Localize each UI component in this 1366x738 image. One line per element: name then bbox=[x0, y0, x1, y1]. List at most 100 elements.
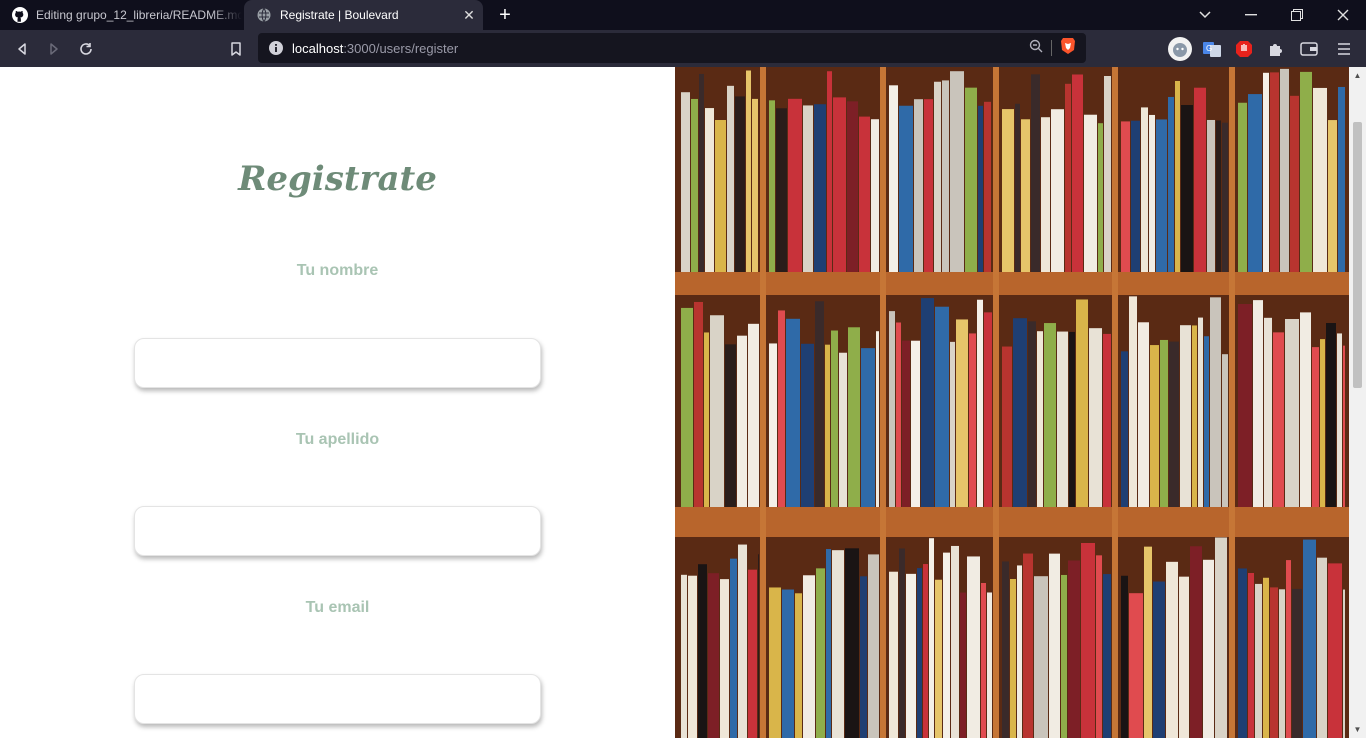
restore-icon[interactable] bbox=[1274, 0, 1320, 30]
book-spine bbox=[1343, 589, 1345, 738]
book-spine bbox=[1044, 323, 1056, 507]
back-icon[interactable] bbox=[9, 36, 35, 62]
book-spine bbox=[1103, 333, 1111, 507]
shelf-divider bbox=[1112, 67, 1118, 738]
book-spine bbox=[978, 105, 983, 272]
book-spine bbox=[1166, 561, 1178, 738]
book-spine bbox=[899, 548, 905, 738]
book-spine bbox=[1149, 114, 1155, 272]
book-spine bbox=[1049, 553, 1060, 738]
book-spine bbox=[1129, 593, 1143, 738]
book-spine bbox=[906, 573, 916, 738]
book-spine bbox=[1031, 74, 1040, 272]
close-window-icon[interactable] bbox=[1320, 0, 1366, 30]
book-spine bbox=[914, 99, 923, 273]
book-spine bbox=[1160, 339, 1168, 507]
divider bbox=[1051, 40, 1052, 56]
tab-search-icon[interactable] bbox=[1182, 0, 1228, 30]
book-spine bbox=[1015, 103, 1020, 272]
book-spine bbox=[778, 310, 785, 507]
email-input[interactable] bbox=[134, 674, 541, 724]
apellido-input[interactable] bbox=[134, 506, 541, 556]
book-spine bbox=[1303, 539, 1316, 738]
book-spine bbox=[1222, 122, 1228, 273]
book-spine bbox=[752, 98, 758, 273]
nombre-input[interactable] bbox=[134, 338, 541, 388]
scroll-down-icon[interactable]: ▼ bbox=[1349, 721, 1366, 738]
profile-avatar-icon[interactable] bbox=[1167, 36, 1193, 62]
new-tab-icon[interactable]: + bbox=[494, 4, 516, 26]
tab-registrate[interactable]: Registrate | Boulevard ✕ bbox=[244, 0, 483, 30]
book-spine bbox=[1041, 117, 1050, 273]
translate-extension-icon[interactable]: G bbox=[1199, 36, 1225, 62]
book-spine bbox=[889, 571, 898, 738]
book-spine bbox=[981, 582, 986, 738]
browser-toolbar: localhost:3000/users/register G bbox=[0, 30, 1366, 67]
book-spine bbox=[1081, 542, 1095, 738]
book-spine bbox=[801, 343, 814, 507]
minimize-icon[interactable] bbox=[1228, 0, 1274, 30]
vertical-scrollbar[interactable]: ▲ ▼ bbox=[1349, 67, 1366, 738]
book-spine bbox=[923, 564, 928, 738]
adblock-extension-icon[interactable] bbox=[1231, 36, 1257, 62]
book-spine bbox=[871, 119, 879, 272]
book-spine bbox=[1290, 95, 1299, 273]
book-spine bbox=[859, 116, 870, 272]
book-spine bbox=[827, 71, 832, 272]
book-spine bbox=[758, 554, 759, 738]
book-spine bbox=[698, 564, 707, 738]
book-spine bbox=[889, 311, 895, 507]
book-spine bbox=[1010, 579, 1016, 738]
book-spine bbox=[1037, 331, 1043, 507]
menu-icon[interactable] bbox=[1331, 36, 1357, 62]
wallet-icon[interactable] bbox=[1296, 36, 1322, 62]
book-spine bbox=[1326, 323, 1336, 507]
shelf-divider bbox=[1229, 67, 1235, 738]
book-spine bbox=[715, 120, 726, 272]
tab-readme[interactable]: Editing grupo_12_libreria/README.md bbox=[0, 0, 242, 30]
book-spine bbox=[795, 593, 802, 738]
book-spine bbox=[1207, 119, 1215, 272]
book-spine bbox=[1072, 74, 1083, 272]
close-tab-icon[interactable]: ✕ bbox=[457, 7, 481, 24]
book-spine bbox=[950, 71, 964, 272]
nombre-label: Tu nombre bbox=[296, 262, 379, 279]
book-spine bbox=[950, 341, 955, 507]
site-info-icon[interactable] bbox=[268, 40, 284, 56]
book-spine bbox=[987, 592, 992, 738]
forward-icon[interactable] bbox=[41, 36, 67, 62]
brave-shields-icon[interactable] bbox=[1060, 37, 1076, 60]
reload-icon[interactable] bbox=[73, 36, 99, 62]
bookshelf-illustration bbox=[675, 67, 1349, 738]
book-spine bbox=[967, 556, 980, 738]
book-spine bbox=[782, 589, 794, 738]
book-spine bbox=[977, 299, 983, 507]
book-spine bbox=[1273, 332, 1284, 507]
book-spine bbox=[1023, 553, 1033, 738]
book-spine bbox=[832, 550, 844, 738]
book-spine bbox=[1028, 321, 1036, 507]
shelf-divider bbox=[760, 67, 766, 738]
book-spine bbox=[889, 85, 898, 272]
email-label: Tu email bbox=[305, 599, 370, 616]
book-spine bbox=[1328, 563, 1342, 738]
book-spine bbox=[1317, 557, 1327, 738]
book-spine bbox=[1263, 72, 1269, 273]
address-bar[interactable]: localhost:3000/users/register bbox=[258, 33, 1086, 63]
book-spine bbox=[1065, 83, 1071, 272]
book-spine bbox=[1129, 296, 1137, 507]
book-spine bbox=[1175, 80, 1180, 272]
scroll-up-icon[interactable]: ▲ bbox=[1349, 67, 1366, 84]
book-spine bbox=[917, 568, 922, 738]
book-spine bbox=[1068, 560, 1080, 738]
book-spine bbox=[984, 312, 992, 507]
scrollbar-thumb[interactable] bbox=[1353, 122, 1362, 388]
extensions-puzzle-icon[interactable] bbox=[1263, 36, 1289, 62]
zoom-icon[interactable] bbox=[1029, 39, 1043, 58]
book-spine bbox=[1084, 114, 1097, 273]
bookmark-icon[interactable] bbox=[223, 36, 249, 62]
book-spine bbox=[1121, 575, 1128, 738]
book-spine bbox=[1069, 331, 1075, 507]
book-spine bbox=[934, 81, 941, 272]
book-spine bbox=[911, 340, 920, 507]
